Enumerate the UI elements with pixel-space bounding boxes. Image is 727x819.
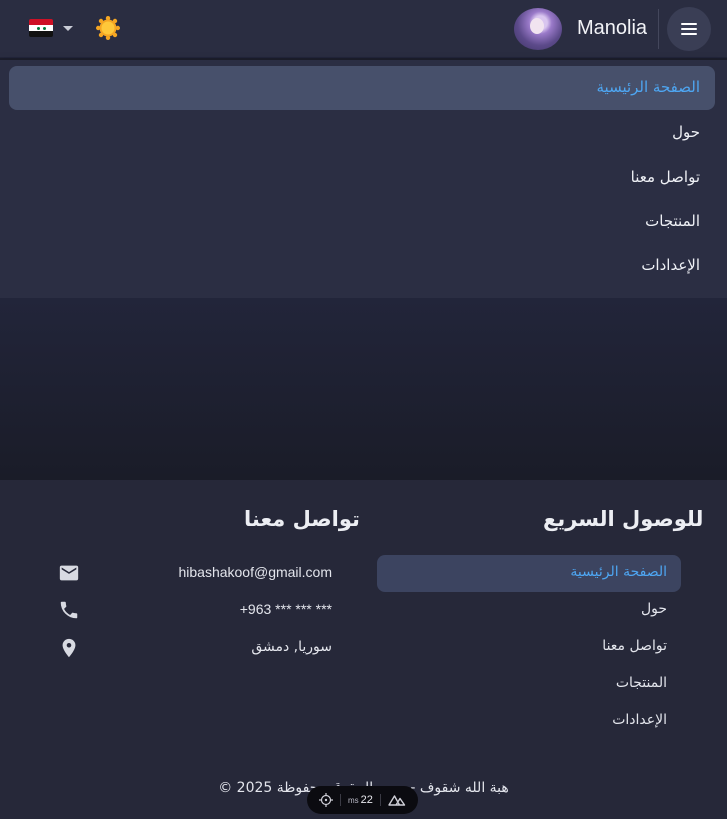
chevron-down-icon[interactable] bbox=[63, 26, 73, 31]
contact-email[interactable]: hibashakoof@gmail.com bbox=[72, 564, 332, 580]
response-time: ms 22 bbox=[348, 794, 373, 806]
nav-drawer: الصفحة الرئيسية حول تواصل معنا المنتجات … bbox=[0, 60, 727, 298]
nav-item-products[interactable]: المنتجات bbox=[9, 200, 715, 244]
nav-item-about[interactable]: حول bbox=[9, 111, 715, 155]
nav-item-contact[interactable]: تواصل معنا bbox=[9, 156, 715, 200]
app-bar: Manolia bbox=[0, 0, 727, 58]
menu-button[interactable] bbox=[667, 7, 711, 51]
footer-link-products[interactable]: المنتجات bbox=[377, 666, 681, 703]
syria-flag-icon[interactable] bbox=[29, 19, 53, 37]
toolbar-divider bbox=[380, 794, 382, 806]
username: Manolia bbox=[577, 17, 648, 39]
sun-icon[interactable] bbox=[96, 16, 120, 40]
footer-link-settings[interactable]: الإعدادات bbox=[377, 703, 681, 740]
nav-item-settings[interactable]: الإعدادات bbox=[9, 244, 715, 288]
footer: للوصول السريع تواصل معنا الصفحة الرئيسية… bbox=[0, 480, 727, 819]
hero-section bbox=[0, 298, 727, 480]
dev-toolbar[interactable]: ms 22 bbox=[307, 786, 418, 814]
contact-title: تواصل معنا bbox=[244, 507, 360, 531]
contact-location: سوريا, دمشق bbox=[251, 639, 332, 655]
toolbar-divider bbox=[339, 794, 341, 806]
footer-link-contact[interactable]: تواصل معنا bbox=[377, 629, 681, 666]
crosshair-icon[interactable] bbox=[318, 793, 333, 807]
footer-link-about[interactable]: حول bbox=[377, 592, 681, 629]
divider bbox=[658, 9, 659, 49]
footer-link-home[interactable]: الصفحة الرئيسية bbox=[377, 555, 681, 592]
hamburger-menu-icon bbox=[681, 23, 697, 35]
quick-links-title: للوصول السريع bbox=[543, 507, 704, 531]
nav-item-home[interactable]: الصفحة الرئيسية bbox=[9, 66, 715, 110]
contact-phone[interactable]: +963 *** *** *** bbox=[72, 601, 332, 617]
avatar[interactable] bbox=[514, 8, 562, 50]
nuxt-logo-icon[interactable] bbox=[388, 794, 406, 806]
